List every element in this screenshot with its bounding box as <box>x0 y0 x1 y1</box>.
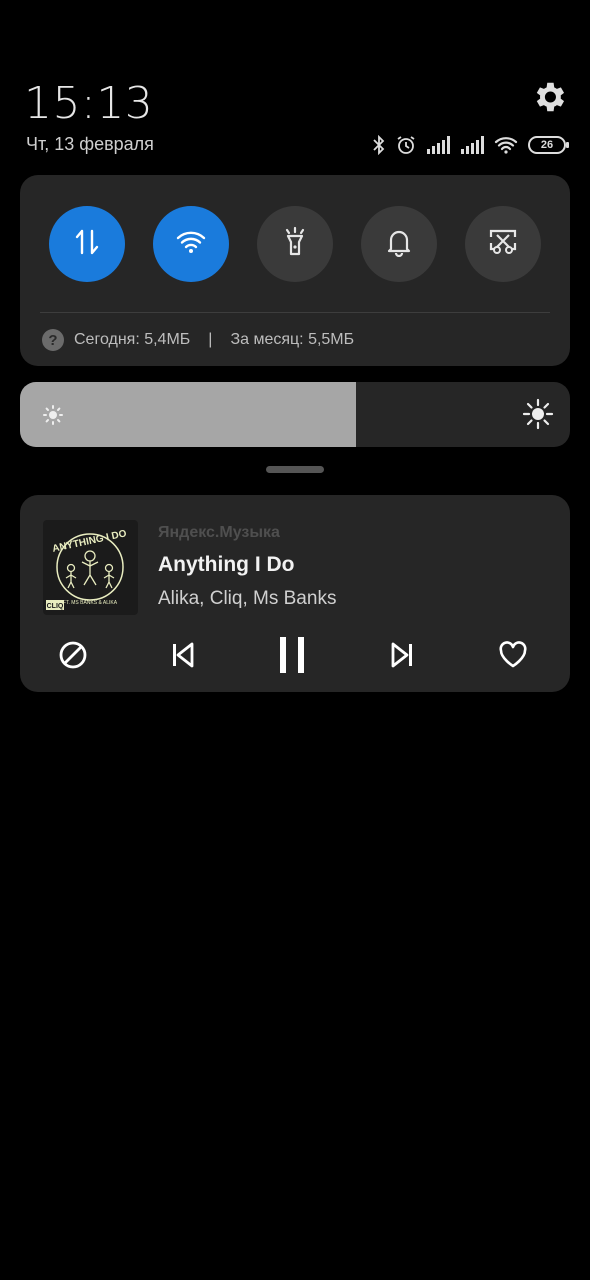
data-arrows-icon <box>73 227 101 262</box>
brightness-low-icon <box>40 402 66 433</box>
battery-icon: 26 <box>528 136 569 154</box>
sound-toggle[interactable] <box>361 206 437 282</box>
usage-month: За месяц: 5,5МБ <box>230 331 355 348</box>
quick-settings-panel: ? Сегодня: 5,4МБ | За месяц: 5,5МБ <box>20 175 570 366</box>
flashlight-toggle[interactable] <box>257 206 333 282</box>
previous-icon <box>170 642 196 673</box>
usage-today: Сегодня: 5,4МБ <box>74 331 191 348</box>
alarm-icon <box>396 135 416 155</box>
data-usage[interactable]: ? Сегодня: 5,4МБ | За месяц: 5,5МБ <box>42 328 354 352</box>
flashlight-icon <box>281 226 309 263</box>
song-artist: Alika, Cliq, Ms Banks <box>158 588 337 609</box>
media-app-name: Яндекс.Музыка <box>158 524 280 541</box>
divider <box>40 312 550 313</box>
heart-icon <box>498 640 528 674</box>
bell-icon <box>385 227 413 262</box>
brightness-fill <box>20 382 356 447</box>
dislike-icon <box>58 640 88 675</box>
song-title: Anything I Do <box>158 553 295 576</box>
settings-gear-icon[interactable] <box>530 78 568 116</box>
mobile-data-toggle[interactable] <box>49 206 125 282</box>
bluetooth-icon <box>372 135 386 155</box>
drag-handle[interactable] <box>266 466 324 473</box>
brightness-high-icon <box>522 398 554 435</box>
next-button[interactable] <box>380 635 424 679</box>
status-icons: 26 <box>372 132 569 158</box>
signal-icon <box>460 136 484 154</box>
album-art: ANYTHING I DO FT. MS BANKS & ALIKA CLIQ <box>43 520 138 615</box>
media-notification[interactable]: ANYTHING I DO FT. MS BANKS & ALIKA CLIQ … <box>20 495 570 692</box>
date[interactable]: Чт, 13 февраля <box>26 134 154 155</box>
like-button[interactable] <box>491 635 535 679</box>
next-icon <box>389 642 415 673</box>
pause-button[interactable] <box>271 635 315 679</box>
scissors-screenshot-icon <box>487 227 519 262</box>
brightness-slider[interactable] <box>20 382 570 447</box>
usage-separator: | <box>208 331 213 348</box>
wifi-toggle[interactable] <box>153 206 229 282</box>
screenshot-toggle[interactable] <box>465 206 541 282</box>
clock[interactable]: 15:13 <box>24 78 153 129</box>
wifi-icon <box>175 230 207 259</box>
wifi-icon <box>494 136 518 154</box>
signal-icon <box>426 136 450 154</box>
previous-button[interactable] <box>161 635 205 679</box>
album-art-logo: CLIQ <box>47 603 64 610</box>
pause-icon <box>278 635 308 680</box>
album-art-subtitle: FT. MS BANKS & ALIKA <box>63 600 118 606</box>
dislike-button[interactable] <box>51 635 95 679</box>
help-icon: ? <box>42 329 64 351</box>
